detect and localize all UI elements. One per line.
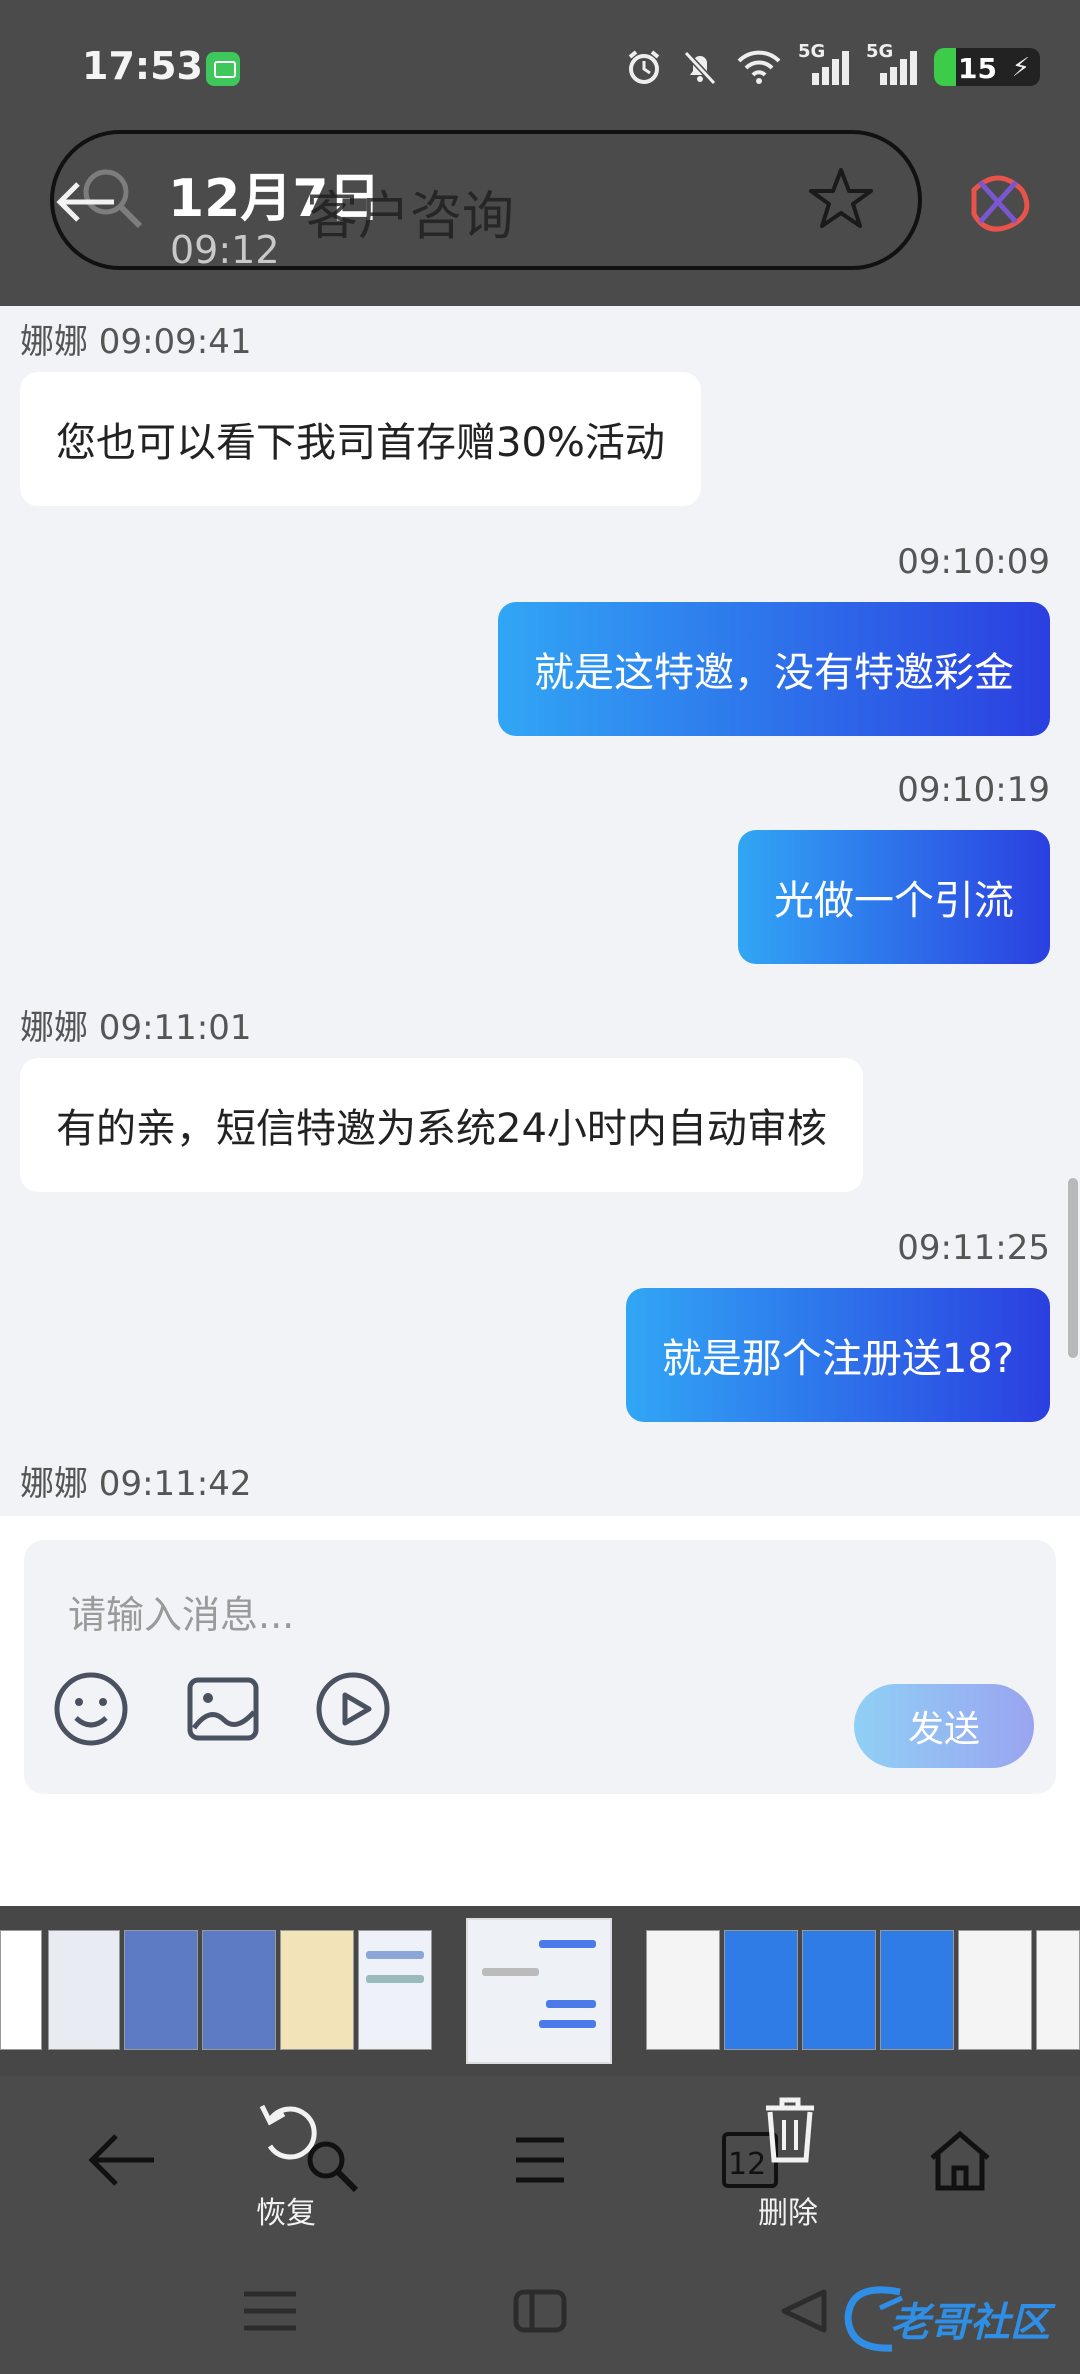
message-notification-icon [206,52,240,86]
back-arrow-icon[interactable] [54,180,118,224]
composer-box: 发送 [24,1540,1056,1794]
delete-button[interactable]: 12 删除 [716,2076,866,2256]
battery-percent: 15 [958,52,997,85]
thumbnail-current[interactable] [466,1918,612,2064]
emoji-icon[interactable] [52,1670,130,1748]
thumbnail[interactable] [646,1930,720,2050]
back-arrow-icon[interactable] [86,2130,158,2190]
gallery-toolbar: 恢复 12 删除 [0,2076,1080,2256]
message-meta: 09:11:25 [897,1228,1050,1268]
outgoing-message[interactable]: 光做一个引流 [738,830,1050,964]
send-button[interactable]: 发送 [854,1684,1034,1768]
mute-bell-icon [683,50,717,86]
recent-apps-icon[interactable] [240,2286,300,2336]
chat-header: 12月7日 09:12 客户咨询 [0,100,1080,306]
restore-label: 恢复 [256,2196,316,2231]
thumbnail[interactable] [202,1930,276,2050]
alarm-icon [628,50,660,84]
restore-button[interactable]: 恢复 [216,2076,366,2256]
message-input[interactable] [68,1580,848,1650]
date-time: 09:12 [170,228,280,272]
status-icons: 5G 5G 15 ⚡ [624,41,1040,90]
thumbnail[interactable] [958,1930,1032,2050]
battery-level [934,48,956,86]
thumbnail[interactable] [880,1930,954,2050]
thumbnail[interactable] [48,1930,120,2050]
incoming-message[interactable]: 您也可以看下我司首存赠30%活动 [20,372,701,506]
star-icon[interactable] [806,164,876,234]
thumbnail[interactable] [802,1930,876,2050]
message-meta: 09:10:19 [897,770,1050,810]
wifi-icon [737,50,781,84]
outgoing-message[interactable]: 就是那个注册送18? [625,1288,1050,1422]
thumbnail[interactable] [1036,1930,1080,2050]
thumbnail[interactable] [724,1930,798,2050]
message-composer: 发送 [0,1516,1080,1906]
outgoing-message[interactable]: 就是这特邀，没有特邀彩金 [498,602,1050,736]
zoom-search-icon [307,2141,359,2193]
status-time: 17:53 [82,44,203,88]
thumbnail[interactable] [280,1930,354,2050]
message-meta: 娜娜 09:11:01 [20,1008,252,1048]
thumbnail[interactable] [358,1930,432,2050]
scrollbar-thumb[interactable] [1068,1178,1078,1358]
signal-bars-icon [812,51,849,85]
thumbnail[interactable] [0,1930,42,2050]
message-meta: 娜娜 09:11:42 [20,1464,252,1504]
message-meta: 娜娜 09:09:41 [20,322,252,362]
trash-icon [766,2097,814,2163]
video-icon[interactable] [314,1670,392,1748]
watermark-text: 老哥社区 [890,2300,1050,2346]
back-nav-icon[interactable] [774,2286,834,2336]
incoming-message[interactable]: 有的亲，短信特邀为系统24小时内自动审核 [20,1058,863,1192]
page-title: 客户咨询 [306,187,515,247]
home-nav-icon[interactable] [510,2286,570,2336]
signal-bars-icon [880,51,917,85]
charging-icon: ⚡ [1011,53,1030,83]
app-logo-icon[interactable] [966,170,1030,234]
menu-icon[interactable] [512,2132,568,2188]
signal-5g-2: 5G [866,41,918,87]
signal-5g-1: 5G [798,41,850,87]
battery-indicator: 15 ⚡ [934,48,1040,86]
image-icon[interactable] [184,1670,262,1748]
message-meta: 09:10:09 [897,542,1050,582]
home-icon[interactable] [926,2128,994,2192]
chat-message-list[interactable]: 娜娜 09:09:41 您也可以看下我司首存赠30%活动 09:10:09 就是… [0,306,1080,1516]
thumbnail[interactable] [124,1930,198,2050]
history-thumbnail-strip[interactable] [0,1906,1080,2076]
delete-label: 删除 [758,2196,818,2231]
